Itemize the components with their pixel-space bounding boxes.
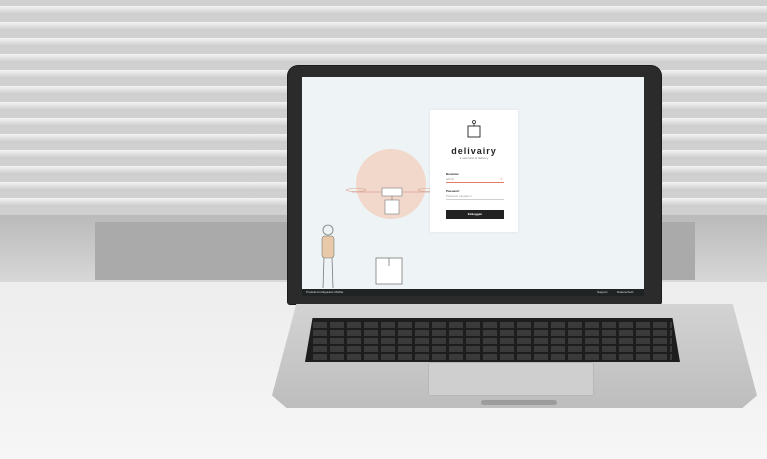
brand-tagline: a new kind of delivery <box>459 156 489 160</box>
footer-bar: Produkt-Konfigurator Mobile Support Date… <box>302 289 644 296</box>
person-illustration <box>321 224 335 289</box>
brand-name: delivairy <box>451 146 497 156</box>
footer-link-privacy[interactable]: Datenschutz <box>617 290 634 295</box>
login-card: delivairy a new kind of delivery Benutze… <box>430 110 518 232</box>
username-field[interactable]: admin ▾ <box>446 177 504 183</box>
footer-left-text: Produkt-Konfigurator Mobile <box>306 290 344 294</box>
laptop-trackpad <box>428 362 594 396</box>
laptop-screen: delivairy a new kind of delivery Benutze… <box>302 77 644 296</box>
login-button[interactable]: Einloggen <box>446 210 504 219</box>
password-field[interactable]: Passwort eingeben <box>446 194 504 200</box>
password-label: Passwort <box>446 189 460 193</box>
footer-link-support[interactable]: Support <box>597 290 608 295</box>
username-value: admin <box>446 177 455 181</box>
chevron-down-icon[interactable]: ▾ <box>500 177 502 182</box>
drone-illustration <box>345 187 439 215</box>
laptop-notch <box>481 400 557 405</box>
package-illustration <box>375 257 403 285</box>
username-label: Benutzer <box>446 172 459 176</box>
laptop-keyboard <box>305 318 680 362</box>
package-logo-icon <box>467 120 481 138</box>
